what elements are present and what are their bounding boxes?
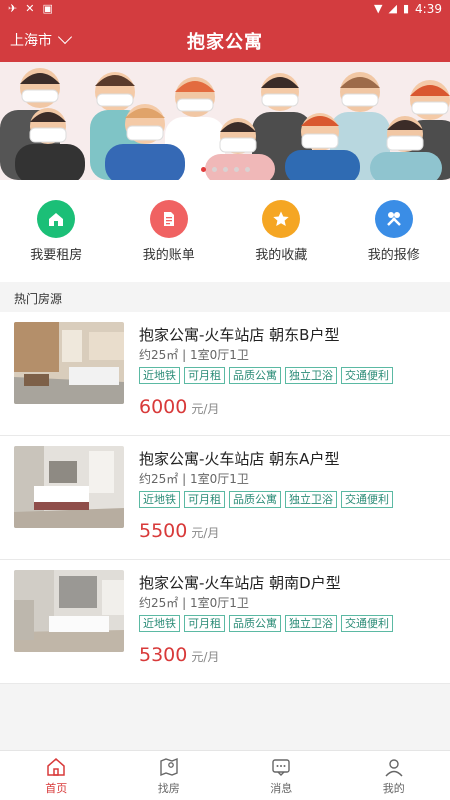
tag: 近地铁 bbox=[139, 615, 180, 632]
airplane-icon: ✈ bbox=[8, 2, 18, 15]
carousel-dot[interactable] bbox=[222, 167, 228, 172]
tag: 独立卫浴 bbox=[285, 615, 337, 632]
listing-tags: 近地铁 可月租 品质公寓 独立卫浴 交通便利 bbox=[139, 491, 393, 508]
action-rent[interactable]: 我要租房 bbox=[0, 180, 113, 282]
action-favorites[interactable]: 我的收藏 bbox=[225, 180, 338, 282]
action-label: 我的账单 bbox=[142, 248, 195, 263]
wifi-icon: ▼ bbox=[374, 2, 383, 15]
tag: 独立卫浴 bbox=[285, 491, 337, 508]
tab-messages[interactable]: 消息 bbox=[225, 751, 338, 800]
banner-carousel[interactable] bbox=[0, 62, 450, 180]
tag: 近地铁 bbox=[139, 367, 180, 384]
tag: 交通便利 bbox=[341, 367, 393, 384]
tag: 可月租 bbox=[184, 367, 225, 384]
listing-meta: 约25㎡ | 1室0厅1卫 bbox=[139, 472, 249, 486]
tab-profile[interactable]: 我的 bbox=[338, 751, 450, 800]
close-icon: ✕ bbox=[25, 2, 35, 15]
tag: 品质公寓 bbox=[229, 615, 281, 632]
tag: 独立卫浴 bbox=[285, 367, 337, 384]
listing-title: 抱家公寓-火车站店 朝东B户型 bbox=[139, 326, 340, 344]
price-value: 6000 bbox=[139, 396, 188, 418]
action-repair[interactable]: 我的报修 bbox=[338, 180, 450, 282]
section-title: 热门房源 bbox=[0, 282, 450, 312]
listing-tags: 近地铁 可月租 品质公寓 独立卫浴 交通便利 bbox=[139, 615, 393, 632]
bottom-tab-bar: 首页 找房 消息 我的 bbox=[0, 750, 450, 800]
app-header: 上海市 抱家公寓 bbox=[0, 18, 450, 62]
banner-illustration bbox=[0, 62, 450, 180]
action-label: 我要租房 bbox=[30, 248, 83, 263]
action-bill[interactable]: 我的账单 bbox=[113, 180, 226, 282]
tab-label: 首页 bbox=[45, 781, 68, 795]
listing-price: 6000 元/月 bbox=[139, 396, 219, 418]
action-label: 我的报修 bbox=[367, 248, 420, 263]
map-icon bbox=[160, 757, 178, 776]
tag: 可月租 bbox=[184, 615, 225, 632]
battery-icon: ▮ bbox=[402, 2, 410, 15]
listing-title: 抱家公寓-火车站店 朝南D户型 bbox=[139, 574, 341, 592]
price-value: 5500 bbox=[139, 520, 188, 542]
carousel-dot[interactable] bbox=[211, 167, 217, 172]
listing-item[interactable]: 抱家公寓-火车站店 朝东B户型 约25㎡ | 1室0厅1卫 近地铁 可月租 品质… bbox=[0, 312, 450, 436]
status-time: 4:39 bbox=[415, 2, 442, 16]
user-icon bbox=[385, 758, 403, 776]
action-label: 我的收藏 bbox=[255, 248, 308, 263]
tag: 交通便利 bbox=[341, 491, 393, 508]
price-value: 5300 bbox=[139, 644, 188, 666]
listing-thumbnail bbox=[14, 446, 124, 528]
tab-label: 消息 bbox=[270, 781, 293, 795]
tag: 品质公寓 bbox=[229, 367, 281, 384]
quick-actions: 我要租房 我的账单 我的收藏 我的报修 bbox=[0, 180, 450, 282]
carousel-dot[interactable] bbox=[233, 167, 239, 172]
status-left: ✈ ✕ ▣ bbox=[8, 0, 53, 18]
tab-home[interactable]: 首页 bbox=[0, 751, 113, 800]
listing-price: 5500 元/月 bbox=[139, 520, 219, 542]
tools-icon bbox=[374, 200, 413, 238]
listing-thumbnail bbox=[14, 570, 124, 652]
tag: 可月租 bbox=[184, 491, 225, 508]
message-icon bbox=[272, 758, 290, 776]
carousel-dots bbox=[0, 167, 450, 172]
carousel-dot[interactable] bbox=[244, 167, 250, 172]
bill-icon bbox=[149, 200, 188, 238]
listing-meta: 约25㎡ | 1室0厅1卫 bbox=[139, 348, 249, 362]
listing-meta: 约25㎡ | 1室0厅1卫 bbox=[139, 596, 249, 610]
listing-list: 抱家公寓-火车站店 朝东B户型 约25㎡ | 1室0厅1卫 近地铁 可月租 品质… bbox=[0, 312, 450, 684]
price-unit: 元/月 bbox=[191, 526, 220, 540]
tag: 品质公寓 bbox=[229, 491, 281, 508]
listing-item[interactable]: 抱家公寓-火车站店 朝东A户型 约25㎡ | 1室0厅1卫 近地铁 可月租 品质… bbox=[0, 436, 450, 560]
listing-tags: 近地铁 可月租 品质公寓 独立卫浴 交通便利 bbox=[139, 367, 393, 384]
home-icon bbox=[37, 200, 76, 238]
star-icon bbox=[262, 200, 301, 238]
tag: 近地铁 bbox=[139, 491, 180, 508]
status-right: ▼ ◢ ▮ 4:39 bbox=[374, 0, 442, 18]
status-bar: ✈ ✕ ▣ ▼ ◢ ▮ 4:39 bbox=[0, 0, 450, 18]
price-unit: 元/月 bbox=[191, 650, 220, 664]
page-title: 抱家公寓 bbox=[187, 32, 263, 53]
signal-icon: ◢ bbox=[388, 2, 397, 15]
listing-item[interactable]: 抱家公寓-火车站店 朝南D户型 约25㎡ | 1室0厅1卫 近地铁 可月租 品质… bbox=[0, 560, 450, 684]
tag: 交通便利 bbox=[341, 615, 393, 632]
price-unit: 元/月 bbox=[191, 402, 220, 416]
listing-price: 5300 元/月 bbox=[139, 644, 219, 666]
listing-thumbnail bbox=[14, 322, 124, 404]
tab-label: 找房 bbox=[157, 781, 180, 795]
tab-label: 我的 bbox=[382, 781, 405, 795]
home-icon bbox=[47, 757, 65, 776]
tab-find[interactable]: 找房 bbox=[113, 751, 226, 800]
carousel-dot[interactable] bbox=[200, 167, 206, 172]
notification-icon: ▣ bbox=[42, 2, 53, 15]
listing-title: 抱家公寓-火车站店 朝东A户型 bbox=[139, 450, 340, 468]
